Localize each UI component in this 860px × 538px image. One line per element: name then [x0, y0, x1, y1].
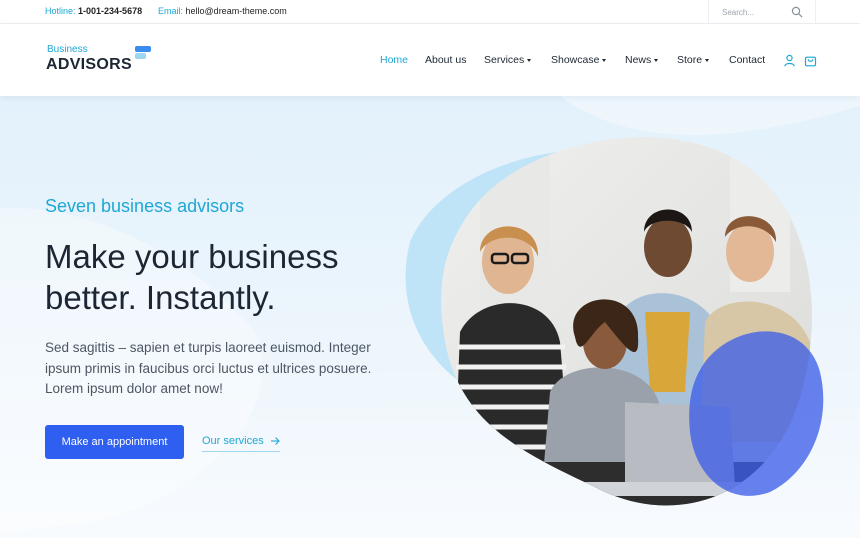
chevron-down-icon — [602, 58, 607, 62]
make-appointment-button[interactable]: Make an appointment — [45, 425, 184, 459]
hotline-number[interactable]: 1-001-234-5678 — [78, 6, 142, 16]
nav-store[interactable]: Store — [677, 54, 710, 66]
site-logo[interactable]: Business ADVISORS — [46, 44, 156, 78]
user-icon[interactable] — [783, 54, 796, 67]
hotline-info: Hotline: 1-001-234-5678 — [45, 6, 142, 16]
email-label: Email: — [158, 6, 184, 16]
hero-headline-line-2: better. Instantly. — [45, 279, 276, 316]
nav-news[interactable]: News — [625, 54, 659, 66]
search-input[interactable] — [709, 0, 789, 24]
top-info-bar: Hotline: 1-001-234-5678 Email: hello@dre… — [0, 0, 860, 24]
arrow-right-icon — [270, 437, 280, 445]
logo-line-1: Business — [47, 44, 88, 55]
team-meeting-photo — [405, 137, 824, 506]
hero-lead-line-3: Lorem ipsum dolor amet now! — [45, 381, 223, 396]
nav-showcase-label: Showcase — [551, 54, 600, 66]
search-box — [708, 0, 816, 24]
nav-home[interactable]: Home — [380, 54, 408, 66]
nav-services-label: Services — [484, 54, 525, 66]
hero-section: Seven business advisors Make your busine… — [0, 96, 860, 538]
nav-news-label: News — [625, 54, 652, 66]
nav-services[interactable]: Services — [484, 54, 532, 66]
chevron-down-icon — [527, 58, 532, 62]
logo-flag-icon — [135, 46, 151, 59]
our-services-label: Our services — [202, 435, 264, 447]
nav-showcase[interactable]: Showcase — [551, 54, 607, 66]
nav-about-us[interactable]: About us — [425, 54, 466, 66]
chevron-down-icon — [654, 58, 659, 62]
search-icon[interactable] — [791, 6, 803, 18]
hero-lead-line-1: Sed sagittis – sapien et turpis laoreet … — [45, 340, 371, 355]
logo-line-2: ADVISORS — [46, 56, 132, 73]
nav-contact[interactable]: Contact — [729, 54, 765, 66]
email-info: Email: hello@dream-theme.com — [158, 6, 287, 16]
nav-store-label: Store — [677, 54, 703, 66]
hero-lead-line-2: ipsum primis in faucibus orci luctus et … — [45, 360, 372, 376]
hotline-label: Hotline: — [45, 6, 76, 16]
our-services-link[interactable]: Our services — [202, 435, 280, 452]
hero-headline-line-1: Make your business — [45, 238, 339, 275]
site-header: Business ADVISORS Home About us Services… — [0, 24, 860, 96]
hero-eyebrow: Seven business advisors — [45, 196, 245, 216]
cart-icon[interactable] — [804, 54, 817, 67]
email-address[interactable]: hello@dream-theme.com — [186, 6, 287, 16]
hero-lead-text: Sed sagittis – sapien et turpis laoreet … — [45, 338, 371, 400]
hero-headline: Make your business better. Instantly. — [45, 236, 338, 318]
chevron-down-icon — [705, 58, 710, 62]
